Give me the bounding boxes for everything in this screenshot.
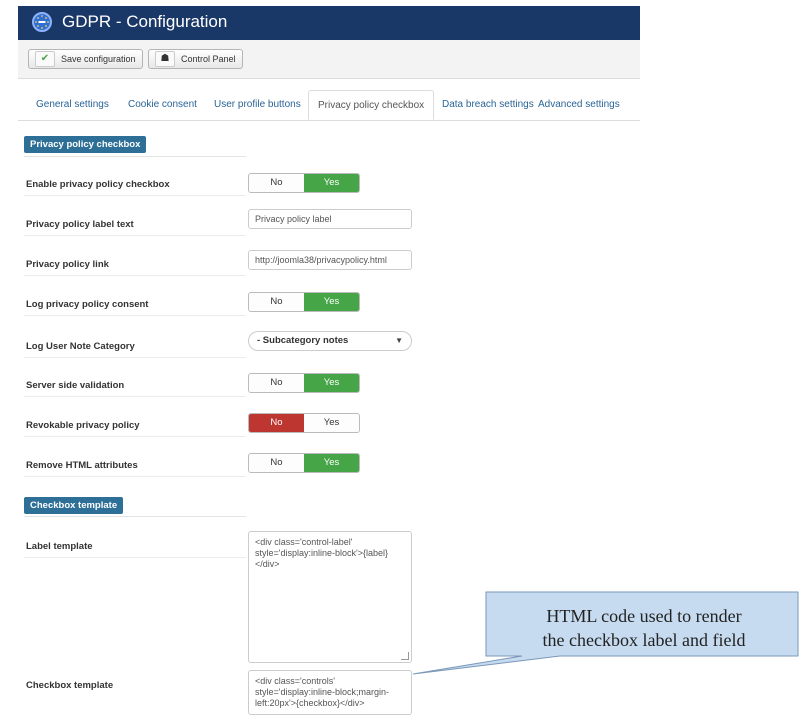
callout-line-1: HTML code used to render <box>546 606 742 626</box>
callout-text: HTML code used to render the checkbox la… <box>486 604 802 652</box>
callout-line-2: the checkbox label and field <box>542 630 746 650</box>
